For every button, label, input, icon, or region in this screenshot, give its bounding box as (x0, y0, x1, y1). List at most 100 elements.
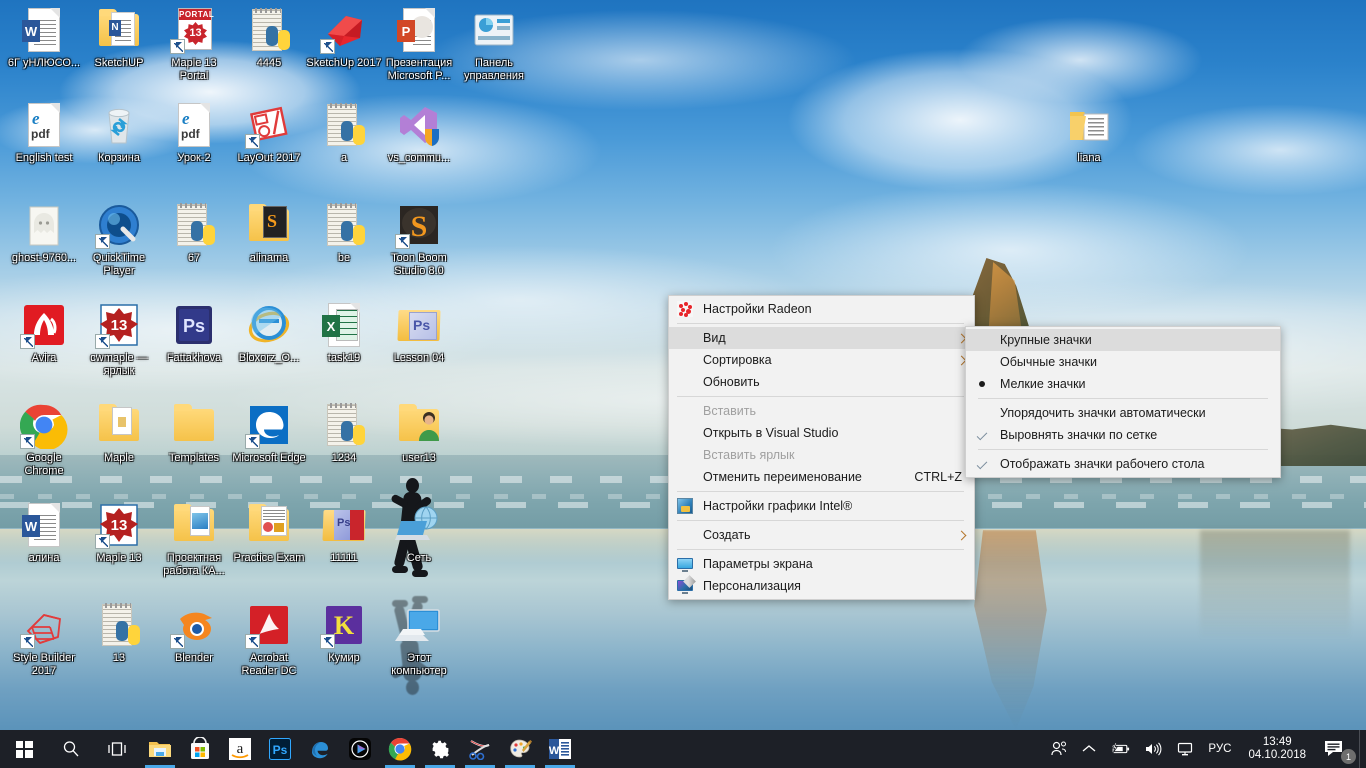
desktop-icon[interactable]: Xtask19 (306, 301, 382, 365)
menu-item-label: Вставить ярлык (703, 448, 795, 462)
desktop-icon[interactable]: ghost-9760... (6, 201, 82, 265)
chevron-right-icon (958, 355, 964, 365)
clock[interactable]: 13:49 04.10.2018 (1238, 730, 1316, 768)
taskbar-settings[interactable] (420, 730, 460, 768)
display-icon (677, 556, 693, 572)
taskbar[interactable]: a Ps W РУС 13:49 04.10.2018 1 (0, 730, 1366, 768)
desktop-icon[interactable]: 4445 (231, 6, 307, 70)
view-submenu-item[interactable]: Обычные значки (966, 351, 1280, 373)
desktop-icon[interactable]: Проектная работа КА... (156, 501, 232, 577)
context-menu-item[interactable]: Создать (669, 524, 974, 546)
taskbar-media-player[interactable] (340, 730, 380, 768)
taskbar-file-explorer[interactable] (140, 730, 180, 768)
desktop-icon[interactable]: Practice Exam (231, 501, 307, 565)
shortcut-overlay-icon (245, 634, 260, 649)
desktop-icon[interactable]: 13 cwmaple — ярлык (81, 301, 157, 377)
taskbar-snipping-tool[interactable] (460, 730, 500, 768)
desktop-icon[interactable]: a (306, 101, 382, 165)
view-submenu-item[interactable]: Отображать значки рабочего стола (966, 453, 1280, 475)
volume-button[interactable] (1137, 730, 1169, 768)
desktop-icon[interactable]: N SketchUP (81, 6, 157, 70)
desktop-context-menu[interactable]: Настройки Radeon Вид Сортировка Обновить Вст… (668, 295, 975, 600)
desktop-icon[interactable]: 13 Maple 13 (81, 501, 157, 565)
menu-item-label: Вид (703, 331, 726, 345)
view-submenu[interactable]: Крупные значки Обычные значки Мелкие значк… (965, 326, 1281, 478)
desktop-icon[interactable]: be (306, 201, 382, 265)
desktop-icon[interactable]: Google Chrome (6, 401, 82, 477)
desktop-icon[interactable]: Корзина (81, 101, 157, 165)
desktop-icon[interactable]: Microsoft Edge (231, 401, 307, 465)
desktop-icon[interactable]: Salinama (231, 201, 307, 265)
taskbar-google-chrome[interactable] (380, 730, 420, 768)
desktop-icon[interactable]: 1234 (306, 401, 382, 465)
desktop-icon[interactable]: user13 (381, 401, 457, 465)
context-menu-item[interactable]: Сортировка (669, 349, 974, 371)
context-menu-item[interactable]: Вид (669, 327, 974, 349)
battery-button[interactable] (1103, 730, 1137, 768)
context-menu-item[interactable]: Настройки Radeon (669, 298, 974, 320)
desktop-icon[interactable]: Blender (156, 601, 232, 665)
desktop-icon[interactable]: vs_commu... (381, 101, 457, 165)
desktop-icon[interactable]: Style Builder 2017 (6, 601, 82, 677)
context-menu-item[interactable]: Открыть в Visual Studio (669, 422, 974, 444)
context-menu-item[interactable]: Персонализация (669, 575, 974, 597)
desktop-icon[interactable]: Сеть (381, 501, 457, 565)
desktop-icon-label: Fattakhova (166, 352, 222, 364)
desktop-icon[interactable]: Ps Lesson 04 (381, 301, 457, 365)
view-submenu-item[interactable]: Выровнять значки по сетке (966, 424, 1280, 446)
start-button[interactable] (0, 730, 48, 768)
context-menu-item[interactable]: Отменить переименование CTRL+Z (669, 466, 974, 488)
desktop-icon[interactable]: Avira (6, 301, 82, 365)
desktop-icon[interactable]: PORTAL 13 Maple 13 Portal (156, 6, 232, 82)
menu-item-label: Вставить (703, 404, 756, 418)
desktop-icon[interactable]: LayOut 2017 (231, 101, 307, 165)
context-menu-item[interactable]: Настройки графики Intel® (669, 495, 974, 517)
show-desktop-button[interactable] (1359, 730, 1366, 768)
desktop-icon[interactable]: Wалина (6, 501, 82, 565)
show-hidden-icons-button[interactable] (1075, 730, 1103, 768)
context-menu-item[interactable]: Обновить (669, 371, 974, 393)
taskbar-microsoft-edge[interactable] (300, 730, 340, 768)
view-submenu-item[interactable]: Упорядочить значки автоматически (966, 402, 1280, 424)
task-view-button[interactable] (94, 730, 140, 768)
desktop-icon[interactable]: P Презентация Microsoft P... (381, 6, 457, 82)
view-submenu-item[interactable]: Мелкие значки (966, 373, 1280, 395)
taskbar-photoshop[interactable]: Ps (260, 730, 300, 768)
context-menu-item[interactable]: Параметры экрана (669, 553, 974, 575)
desktop-icon[interactable]: Bloxorz_O... (231, 301, 307, 365)
desktop-icon[interactable]: Этот компьютер (381, 601, 457, 677)
desktop-icon[interactable]: QuickTime Player (81, 201, 157, 277)
shortcut-overlay-icon (395, 234, 410, 249)
clock-date: 04.10.2018 (1248, 749, 1306, 761)
network-button[interactable] (1169, 730, 1201, 768)
desktop-icon[interactable]: SketchUp 2017 (306, 6, 382, 70)
desktop-icon[interactable]: Ps 11111 (306, 501, 382, 565)
desktop-icon[interactable]: Templates (156, 401, 232, 465)
language-indicator[interactable]: РУС (1201, 730, 1238, 768)
taskbar-word[interactable]: W (540, 730, 580, 768)
desktop-icon[interactable]: e pdf Урок-2 (156, 101, 232, 165)
search-button[interactable] (48, 730, 94, 768)
taskbar-amazon[interactable]: a (220, 730, 260, 768)
desktop-icon[interactable]: W 6Г уНЛЮСО... (6, 6, 82, 70)
desktop-icon[interactable]: Панель управления (456, 6, 532, 82)
desktop-icon[interactable]: K Кумир (306, 601, 382, 665)
desktop-icon-label: SketchUP (94, 57, 144, 69)
desktop-icon[interactable]: e pdf English test (6, 101, 82, 165)
desktop-icon[interactable]: liana (1051, 101, 1127, 165)
view-submenu-item[interactable]: Крупные значки (966, 329, 1280, 351)
action-center-button[interactable]: 1 (1316, 730, 1359, 768)
desktop-icon[interactable]: S Toon Boom Studio 8.0 (381, 201, 457, 277)
desktop-icon[interactable]: Maple (81, 401, 157, 465)
svg-text:K: K (334, 611, 355, 640)
system-tray[interactable]: РУС 13:49 04.10.2018 1 (1043, 730, 1366, 768)
desktop-icon[interactable]: Ps Fattakhova (156, 301, 232, 365)
menu-separator (677, 549, 964, 550)
taskbar-microsoft-store[interactable] (180, 730, 220, 768)
desktop-icon[interactable]: 67 (156, 201, 232, 265)
people-button[interactable] (1043, 730, 1075, 768)
svg-text:S: S (411, 210, 428, 243)
desktop-icon[interactable]: 13 (81, 601, 157, 665)
desktop-icon[interactable]: Acrobat Reader DC (231, 601, 307, 677)
taskbar-paint[interactable] (500, 730, 540, 768)
